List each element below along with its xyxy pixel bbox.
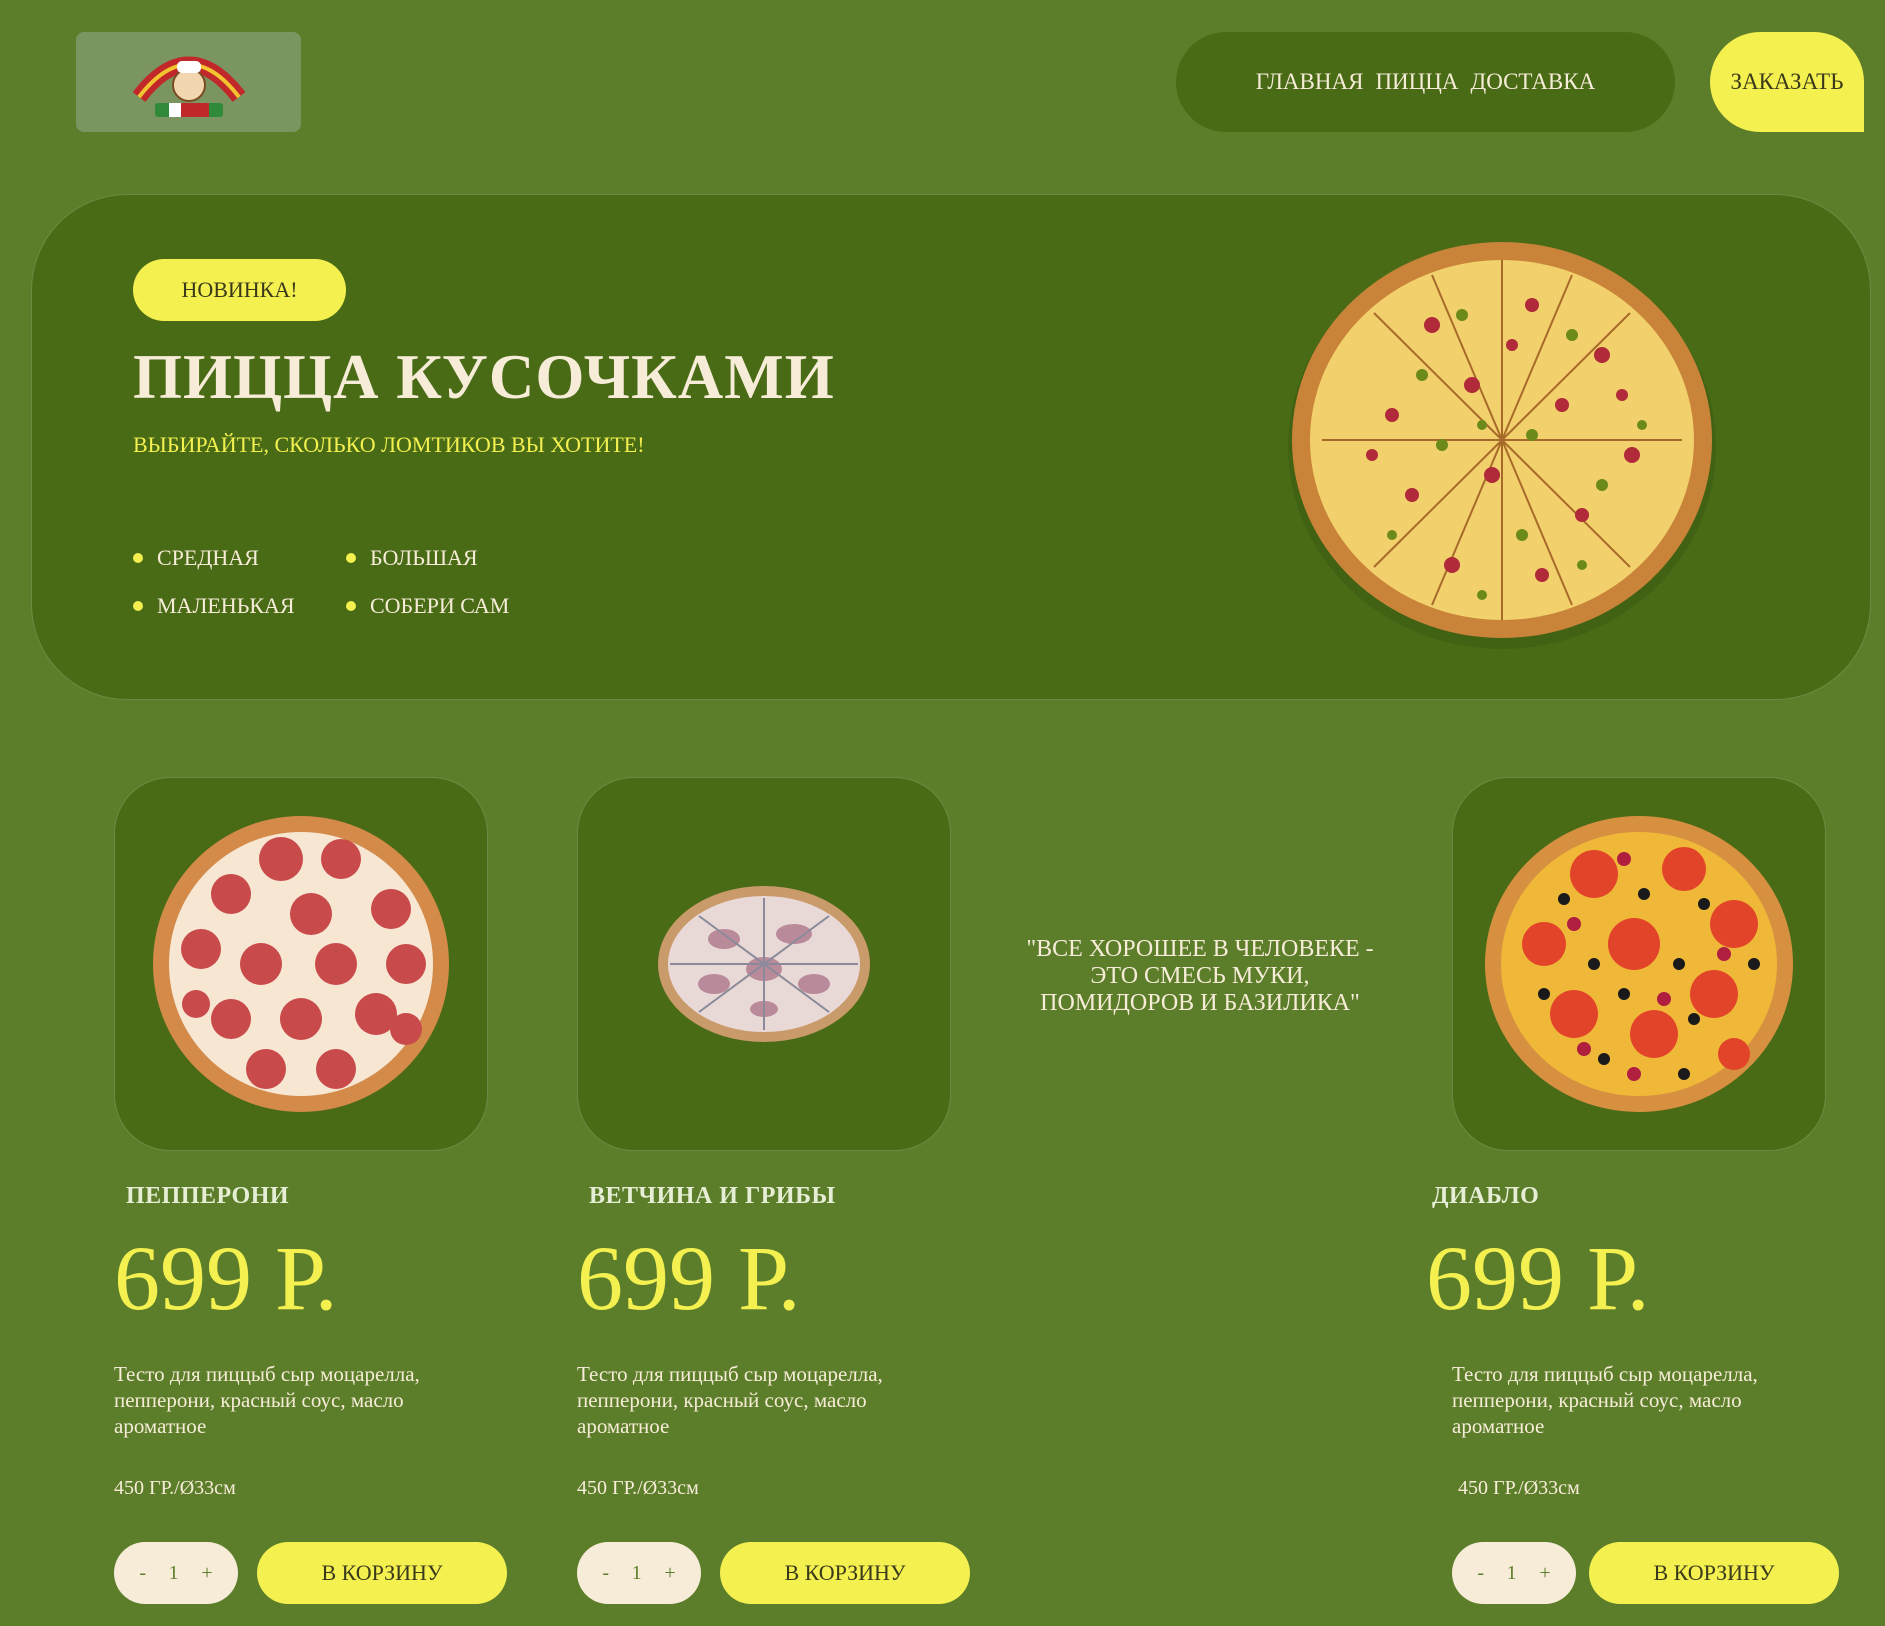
hero-title: ПИЦЦА КУСОЧКАМИ [133,342,835,412]
size-item-medium[interactable]: СРЕДНАЯ [133,545,346,571]
size-item-large[interactable]: БОЛЬШАЯ [346,545,546,571]
ham-mushroom-pizza-image [658,886,870,1042]
nav-pizza[interactable]: ПИЦЦА [1375,69,1458,95]
product-card-pepperoni: ПЕППЕРОНИ 699 Р. Тесто для пиццыб сыр мо… [114,777,524,1604]
product-price: 699 Р. [1426,1227,1650,1329]
pizza-logo-icon [132,56,245,117]
bullet-icon [346,601,356,611]
product-name: ПЕППЕРОНИ [126,1183,290,1209]
product-image-frame [577,777,951,1151]
quantity-stepper: - 1 + [1452,1542,1576,1604]
add-to-cart-button[interactable]: В КОРЗИНУ [720,1542,970,1604]
product-description: Тесто для пиццыб сыр моцарелла, пепперон… [577,1362,883,1438]
qty-increase-button[interactable]: + [664,1562,675,1585]
size-list: СРЕДНАЯ БОЛЬШАЯ МАЛЕНЬКАЯ СОБЕРИ САМ [133,545,553,619]
size-item-small[interactable]: МАЛЕНЬКАЯ [133,593,346,619]
pepperoni-pizza-image [153,816,449,1112]
hero-subtitle: ВЫБИРАЙТЕ, СКОЛЬКО ЛОМТИКОВ ВЫ ХОТИТЕ! [133,432,645,457]
product-card-ham-mushrooms: ВЕТЧИНА И ГРИБЫ 699 Р. Тесто для пиццыб … [577,777,987,1604]
product-weight: 450 ГР./Ø33см [114,1477,236,1499]
product-image-frame [1452,777,1826,1151]
bullet-icon [133,553,143,563]
product-price: 699 Р. [577,1227,801,1329]
qty-value: 1 [1506,1561,1517,1584]
nav-home[interactable]: ГЛАВНАЯ [1256,69,1364,95]
product-price: 699 Р. [114,1227,338,1329]
qty-value: 1 [631,1561,642,1584]
main-nav: ГЛАВНАЯ ПИЦЦА ДОСТАВКА [1176,32,1675,132]
quantity-stepper: - 1 + [114,1542,238,1604]
qty-decrease-button[interactable]: - [602,1562,609,1585]
qty-value: 1 [168,1561,179,1584]
product-image-frame [114,777,488,1151]
new-badge: НОВИНКА! [133,259,346,321]
bullet-icon [133,601,143,611]
size-item-custom[interactable]: СОБЕРИ САМ [346,593,546,619]
qty-decrease-button[interactable]: - [1477,1562,1484,1585]
hero-banner: НОВИНКА! ПИЦЦА КУСОЧКАМИ ВЫБИРАЙТЕ, СКОЛ… [31,194,1871,700]
add-to-cart-button[interactable]: В КОРЗИНУ [257,1542,507,1604]
hero-pizza-image [1288,242,1716,649]
diablo-pizza-image [1485,816,1793,1112]
qty-decrease-button[interactable]: - [139,1562,146,1585]
quantity-stepper: - 1 + [577,1542,701,1604]
product-weight: 450 ГР./Ø33см [577,1477,699,1499]
qty-increase-button[interactable]: + [201,1562,212,1585]
pizza-quote: "ВСЕ ХОРОШЕЕ В ЧЕЛОВЕКЕ - ЭТО СМЕСЬ МУКИ… [1026,936,1374,1016]
logo[interactable] [76,32,301,132]
order-button[interactable]: ЗАКАЗАТЬ [1710,32,1864,132]
nav-delivery[interactable]: ДОСТАВКА [1471,69,1596,95]
add-to-cart-button[interactable]: В КОРЗИНУ [1589,1542,1839,1604]
bullet-icon [346,553,356,563]
product-description: Тесто для пиццыб сыр моцарелла, пепперон… [1452,1362,1758,1438]
product-name: ДИАБЛО [1432,1183,1540,1209]
product-description: Тесто для пиццыб сыр моцарелла, пепперон… [114,1362,420,1438]
product-card-diablo: ДИАБЛО 699 Р. Тесто для пиццыб сыр моцар… [1426,777,1862,1604]
qty-increase-button[interactable]: + [1539,1562,1550,1585]
product-name: ВЕТЧИНА И ГРИБЫ [589,1183,836,1209]
product-weight: 450 ГР./Ø33см [1458,1477,1580,1499]
